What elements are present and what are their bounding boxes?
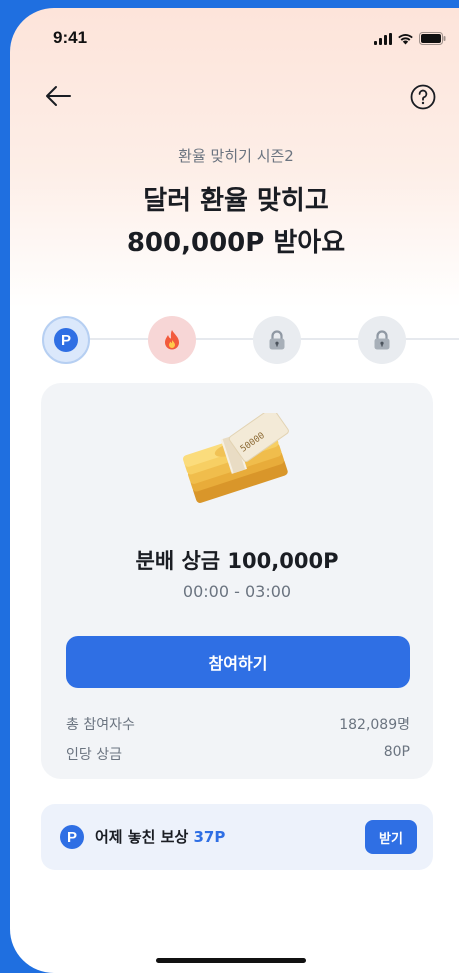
nav-bar	[10, 70, 459, 118]
back-arrow-icon	[46, 86, 71, 106]
point-icon: P	[60, 825, 84, 849]
status-time: 9:41	[53, 28, 88, 47]
missed-reward-label: 어제 놓친 보상	[95, 828, 189, 846]
headline-line-1: 달러 환율 맞히고	[143, 186, 329, 216]
stat-value: 182,089명	[339, 717, 410, 733]
event-headline: 달러 환율 맞히고 800,000P 받아요	[10, 180, 459, 264]
money-stack-icon: 50000	[176, 407, 306, 523]
help-button[interactable]	[410, 84, 436, 110]
lock-icon	[374, 330, 390, 350]
stat-label: 인당 상금	[66, 747, 122, 763]
claim-button[interactable]: 받기	[365, 820, 417, 854]
phone-screen: 9:41 환율 맞히기 시즌2 달러 환율 맞히고 800,000P 받아요 P…	[10, 8, 459, 973]
stage-step-4[interactable]	[358, 316, 406, 364]
stage-step-1[interactable]: P	[42, 316, 90, 364]
prize-time-range: 00:00 - 03:00	[182, 582, 292, 601]
stat-row-participants: 총 참여자수 182,089명	[66, 714, 410, 734]
missed-reward-text: 어제 놓친 보상 37P	[95, 826, 225, 847]
home-indicator	[156, 958, 306, 963]
event-subtitle: 환율 맞히기 시즌2	[178, 147, 294, 165]
fire-icon	[165, 330, 179, 350]
missed-reward-bar: P 어제 놓친 보상 37P 받기	[41, 804, 433, 870]
join-button[interactable]: 참여하기	[66, 636, 410, 688]
status-icons	[374, 32, 446, 45]
prize-title: 분배 상금 100,000P	[135, 549, 339, 573]
stage-step-3[interactable]	[253, 316, 301, 364]
stat-label: 총 참여자수	[66, 717, 135, 733]
stat-row-per-person: 인당 상금 80P	[66, 744, 410, 764]
point-icon: P	[54, 328, 78, 352]
back-button[interactable]	[44, 84, 72, 108]
missed-reward-amount: 37P	[193, 828, 226, 846]
wifi-icon	[398, 33, 413, 44]
stat-value: 80P	[383, 744, 410, 760]
stage-progress: P	[10, 314, 459, 364]
prize-card: 50000 분배 상금 100,000P 00:00 - 03:00 참여하기 …	[41, 383, 433, 779]
stage-step-2[interactable]	[148, 316, 196, 364]
cellular-signal-icon	[374, 32, 392, 45]
headline-line-2: 800,000P 받아요	[126, 228, 346, 258]
lock-icon	[269, 330, 285, 350]
help-icon	[410, 84, 436, 110]
battery-icon	[419, 32, 446, 45]
status-bar: 9:41	[10, 8, 459, 64]
